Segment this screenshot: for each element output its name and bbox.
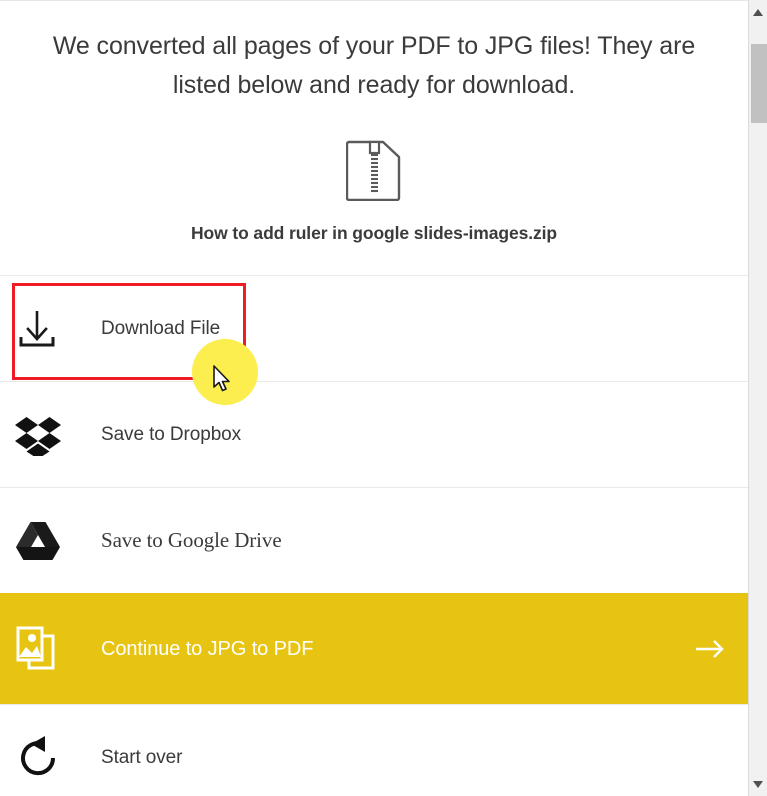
download-icon (15, 307, 75, 351)
action-label-save-google-drive: Save to Google Drive (101, 528, 282, 552)
converted-file-card: How to add ruler in google slides-images… (0, 139, 748, 244)
google-drive-icon (15, 520, 75, 562)
image-stack-icon (15, 624, 75, 674)
action-row-save-google-drive[interactable]: Save to Google Drive (0, 487, 748, 593)
scrollbar-thumb[interactable] (751, 44, 767, 123)
result-panel: We converted all pages of your PDF to JP… (0, 0, 748, 796)
action-label-start-over: Start over (101, 746, 183, 768)
scroll-up-icon[interactable] (749, 3, 767, 21)
page-root: We converted all pages of your PDF to JP… (0, 0, 767, 796)
page-title: We converted all pages of your PDF to JP… (52, 32, 696, 99)
action-label-download-file: Download File (101, 317, 221, 339)
dropbox-icon (15, 414, 75, 456)
file-name: How to add ruler in google slides-images… (190, 223, 558, 243)
action-row-continue-jpg-to-pdf[interactable]: Continue to JPG to PDF (0, 593, 748, 704)
arrow-right-icon (694, 637, 726, 661)
vertical-scrollbar[interactable] (748, 0, 767, 796)
action-label-save-dropbox: Save to Dropbox (101, 423, 242, 445)
zip-file-icon (345, 139, 402, 202)
action-row-download-file[interactable]: Download File (0, 275, 748, 381)
action-list: Download File Save to Dropbox Save to Go… (0, 275, 748, 796)
action-row-start-over[interactable]: Start over (0, 704, 748, 796)
scroll-down-icon[interactable] (749, 775, 767, 793)
refresh-icon (15, 735, 75, 781)
action-row-save-dropbox[interactable]: Save to Dropbox (0, 381, 748, 487)
action-label-continue-jpg-to-pdf: Continue to JPG to PDF (101, 637, 314, 660)
